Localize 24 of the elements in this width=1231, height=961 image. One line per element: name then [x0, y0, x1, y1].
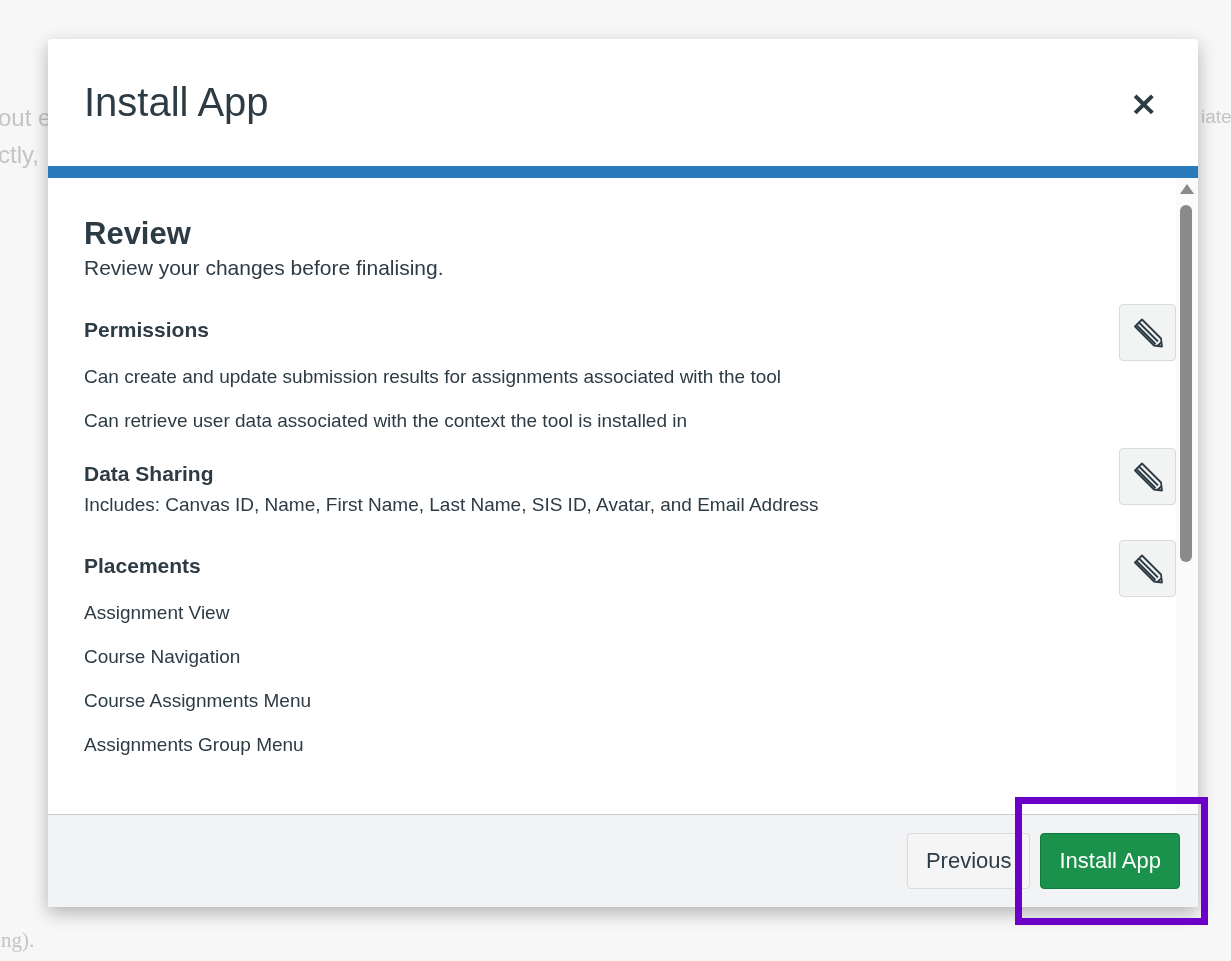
section-title: Permissions — [84, 318, 210, 342]
scrollbar-thumb[interactable] — [1180, 205, 1192, 562]
section-item: Course Assignments Menu — [84, 690, 313, 712]
install-button[interactable]: Install App — [1040, 833, 1180, 889]
section-title: Placements — [84, 554, 202, 578]
section-description: Includes: Canvas ID, Name, First Name, Last Name, SIS ID, Avatar, and Email Address — [84, 494, 820, 516]
section-item: Assignments Group Menu — [84, 734, 305, 756]
edit-button[interactable] — [1119, 540, 1176, 597]
section-item: Can retrieve user data associated with the context the tool is installed in — [84, 410, 689, 432]
scroll-up-icon[interactable] — [1180, 184, 1194, 194]
modal-title: Install App — [84, 80, 269, 125]
pencil-icon — [1132, 317, 1163, 348]
close-button[interactable]: × — [1125, 85, 1162, 120]
pencil-icon — [1132, 461, 1163, 492]
section-item: Assignment View — [84, 602, 231, 624]
review-description: Review your changes before finalising. — [84, 256, 445, 280]
edit-button[interactable] — [1119, 304, 1176, 361]
section-item: Course Navigation — [84, 646, 242, 668]
section-title: Data Sharing — [84, 462, 215, 486]
review-heading: Review — [84, 216, 192, 252]
pencil-icon — [1132, 553, 1163, 584]
previous-button[interactable]: Previous — [906, 833, 1031, 889]
edit-button[interactable] — [1119, 448, 1176, 505]
section-item: Can create and update submission results for assignments associated with the tool — [84, 366, 783, 388]
